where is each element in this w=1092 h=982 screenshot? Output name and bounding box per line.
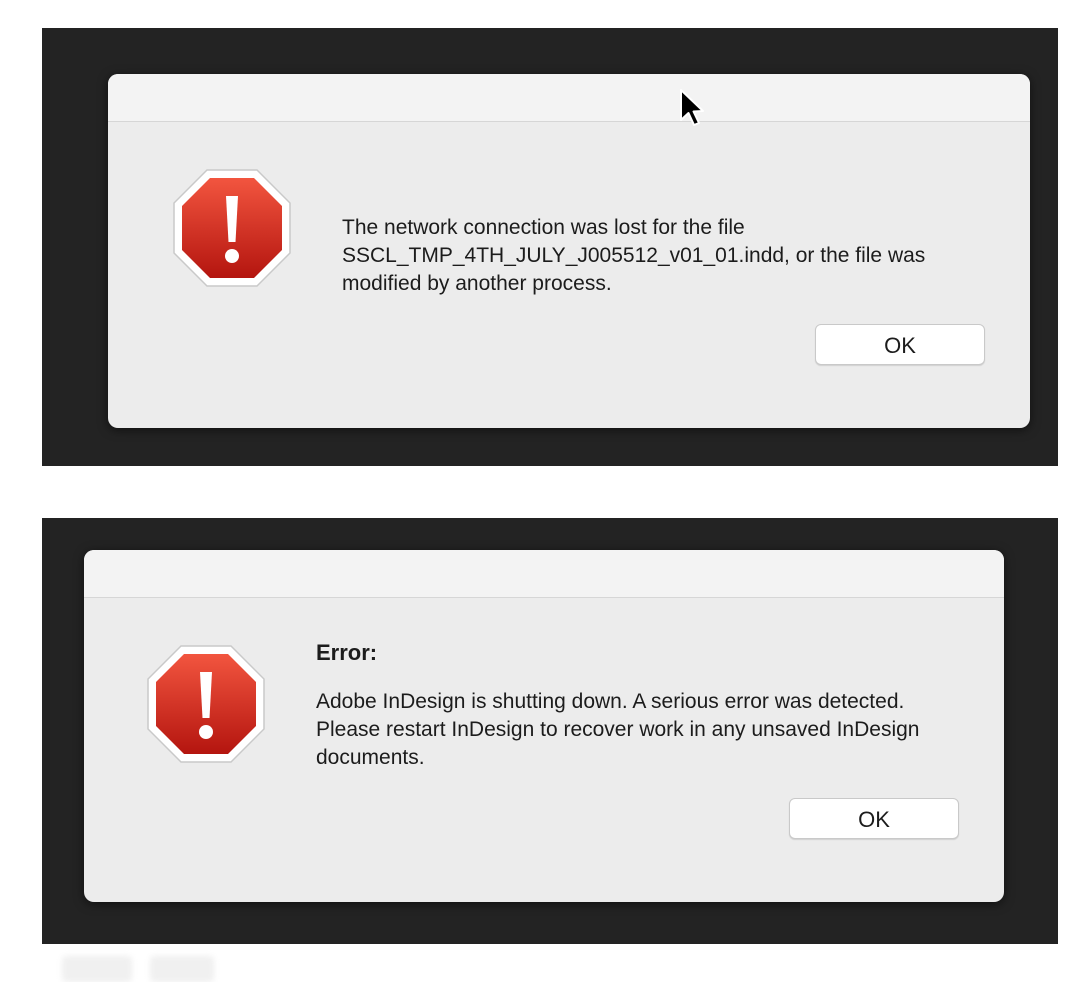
blurred-artifact [150, 956, 214, 982]
stop-alert-icon [147, 645, 265, 763]
error-heading: Error: [316, 640, 378, 665]
ok-button[interactable]: OK [789, 798, 959, 839]
ok-button[interactable]: OK [815, 324, 985, 365]
dialog-titlebar [108, 74, 1030, 122]
blurred-artifact [62, 956, 132, 982]
dialog-message: Adobe InDesign is shutting down. A serio… [316, 690, 920, 769]
dialog-message: The network connection was lost for the … [342, 216, 926, 295]
dialog-titlebar [84, 550, 1004, 598]
arrow-cursor-icon [680, 89, 704, 126]
screen-region-1: The network connection was lost for the … [42, 28, 1058, 466]
screen-region-2: Error: Adobe InDesign is shutting down. … [42, 518, 1058, 944]
stop-alert-icon [173, 169, 291, 287]
fatal-error-dialog: Error: Adobe InDesign is shutting down. … [84, 550, 1004, 902]
network-error-dialog: The network connection was lost for the … [108, 74, 1030, 428]
